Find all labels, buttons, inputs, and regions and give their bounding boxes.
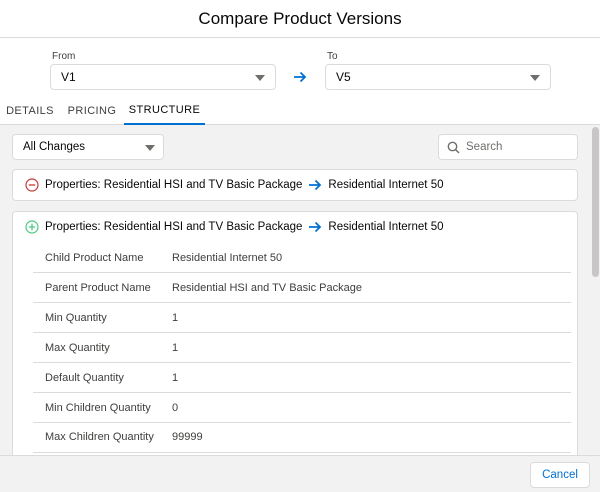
scrollbar[interactable] xyxy=(592,127,599,277)
detail-value: 1 xyxy=(172,341,179,354)
detail-row: Min Quantity 1 xyxy=(33,303,571,333)
change-source: Properties: Residential HSI and TV Basic… xyxy=(45,179,303,191)
change-header[interactable]: Properties: Residential HSI and TV Basic… xyxy=(13,170,577,200)
minus-circle-icon[interactable] xyxy=(25,178,39,192)
to-version-value: V5 xyxy=(336,70,351,84)
change-target: Residential Internet 50 xyxy=(328,179,444,191)
to-label: To xyxy=(327,51,338,62)
detail-key: Child Product Name xyxy=(45,251,144,264)
arrow-right-icon xyxy=(308,221,322,233)
chevron-down-icon xyxy=(530,75,540,81)
detail-value: 99999 xyxy=(172,431,203,443)
plus-circle-icon[interactable] xyxy=(25,220,39,234)
detail-key: Default Quantity xyxy=(45,371,124,384)
detail-row: Max Quantity 1 xyxy=(33,333,571,363)
modal-footer: Cancel xyxy=(0,455,600,492)
search-input[interactable] xyxy=(466,141,566,153)
detail-value: 1 xyxy=(172,311,179,324)
change-header[interactable]: Properties: Residential HSI and TV Basic… xyxy=(13,212,577,242)
tab-pricing[interactable]: PRICING xyxy=(60,96,124,125)
change-card-added: Properties: Residential HSI and TV Basic… xyxy=(12,211,578,455)
detail-key: Parent Product Name xyxy=(45,281,151,294)
search-box[interactable] xyxy=(438,134,578,160)
detail-value: Residential HSI and TV Basic Package xyxy=(172,281,362,294)
comparison-content: All Changes Properties: Residential HSI … xyxy=(0,125,600,455)
detail-row: Parent Product Name Residential HSI and … xyxy=(33,273,571,303)
detail-row: Max Children Quantity 99999 xyxy=(33,423,571,453)
tab-structure[interactable]: STRUCTURE xyxy=(124,96,205,125)
arrow-right-icon xyxy=(290,69,310,85)
detail-row: Child Product Name Residential Internet … xyxy=(33,243,571,273)
detail-key: Min Quantity xyxy=(45,311,107,324)
change-details: Child Product Name Residential Internet … xyxy=(33,243,571,453)
chevron-down-icon xyxy=(255,75,265,81)
detail-key: Max Children Quantity xyxy=(45,431,154,443)
to-version-select[interactable]: V5 xyxy=(325,64,551,90)
detail-key: Min Children Quantity xyxy=(45,401,151,414)
detail-row: Default Quantity 1 xyxy=(33,363,571,393)
change-filter-select[interactable]: All Changes xyxy=(12,134,164,160)
change-card-removed[interactable]: Properties: Residential HSI and TV Basic… xyxy=(12,169,578,201)
tab-bar: DETAILS PRICING STRUCTURE xyxy=(0,96,600,125)
tab-details[interactable]: DETAILS xyxy=(0,96,60,125)
detail-value: Residential Internet 50 xyxy=(172,251,283,264)
modal-header: Compare Product Versions xyxy=(0,0,600,38)
chevron-down-icon xyxy=(145,145,155,151)
from-version-value: V1 xyxy=(61,70,76,84)
modal-title: Compare Product Versions xyxy=(198,8,402,28)
change-source: Properties: Residential HSI and TV Basic… xyxy=(45,221,303,233)
change-target: Residential Internet 50 xyxy=(328,221,444,233)
cancel-button[interactable]: Cancel xyxy=(530,462,590,488)
from-label: From xyxy=(52,51,76,62)
search-icon xyxy=(447,141,460,154)
change-filter-value: All Changes xyxy=(23,141,86,153)
detail-key: Max Quantity xyxy=(45,341,110,354)
detail-row: Min Children Quantity 0 xyxy=(33,393,571,423)
detail-value: 1 xyxy=(172,371,179,384)
detail-value: 0 xyxy=(172,401,179,414)
from-version-select[interactable]: V1 xyxy=(50,64,276,90)
arrow-right-icon xyxy=(308,179,322,191)
